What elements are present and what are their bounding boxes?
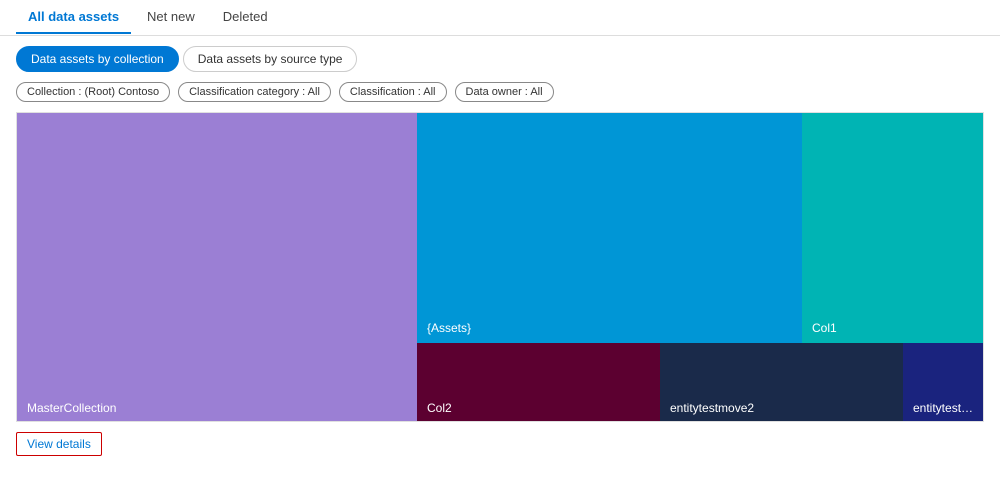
tab-deleted[interactable]: Deleted (211, 1, 280, 34)
treemap-cell-label-master_collection: MasterCollection (27, 401, 116, 415)
treemap: MasterCollection {Assets} Col1 Col2 entityte… (16, 112, 984, 422)
treemap-cell-master_collection[interactable]: MasterCollection (17, 113, 417, 422)
treemap-cell-col1[interactable]: Col1 (802, 113, 984, 343)
treemap-cell-label-entitytestmov: entitytestmov... (913, 401, 979, 415)
treemap-cell-entitytestmove2[interactable]: entitytestmove2 (660, 343, 903, 422)
treemap-cell-label-col2: Col2 (427, 401, 452, 415)
treemap-cell-col2[interactable]: Col2 (417, 343, 660, 422)
filter-collection[interactable]: Collection : (Root) Contoso (16, 82, 170, 102)
treemap-cell-label-entitytestmove2: entitytestmove2 (670, 401, 754, 415)
filter-classification[interactable]: Classification : All (339, 82, 447, 102)
view-toggle-row: Data assets by collection Data assets by… (16, 46, 984, 72)
treemap-cell-label-assets: {Assets} (427, 321, 471, 335)
tab-all-data-assets[interactable]: All data assets (16, 1, 131, 34)
treemap-cell-label-col1: Col1 (812, 321, 837, 335)
toggle-by-source-type[interactable]: Data assets by source type (183, 46, 358, 72)
main-content: Data assets by collection Data assets by… (0, 36, 1000, 466)
top-tabs: All data assets Net new Deleted (0, 0, 1000, 36)
filter-classification-category[interactable]: Classification category : All (178, 82, 331, 102)
filter-data-owner[interactable]: Data owner : All (455, 82, 554, 102)
view-details-button[interactable]: View details (16, 432, 102, 456)
tab-net-new[interactable]: Net new (135, 1, 207, 34)
view-details-row: View details (16, 432, 984, 456)
filter-row: Collection : (Root) Contoso Classificati… (16, 82, 984, 102)
treemap-cell-entitytestmov[interactable]: entitytestmov... (903, 343, 984, 422)
treemap-cell-assets[interactable]: {Assets} (417, 113, 802, 343)
toggle-by-collection[interactable]: Data assets by collection (16, 46, 179, 72)
